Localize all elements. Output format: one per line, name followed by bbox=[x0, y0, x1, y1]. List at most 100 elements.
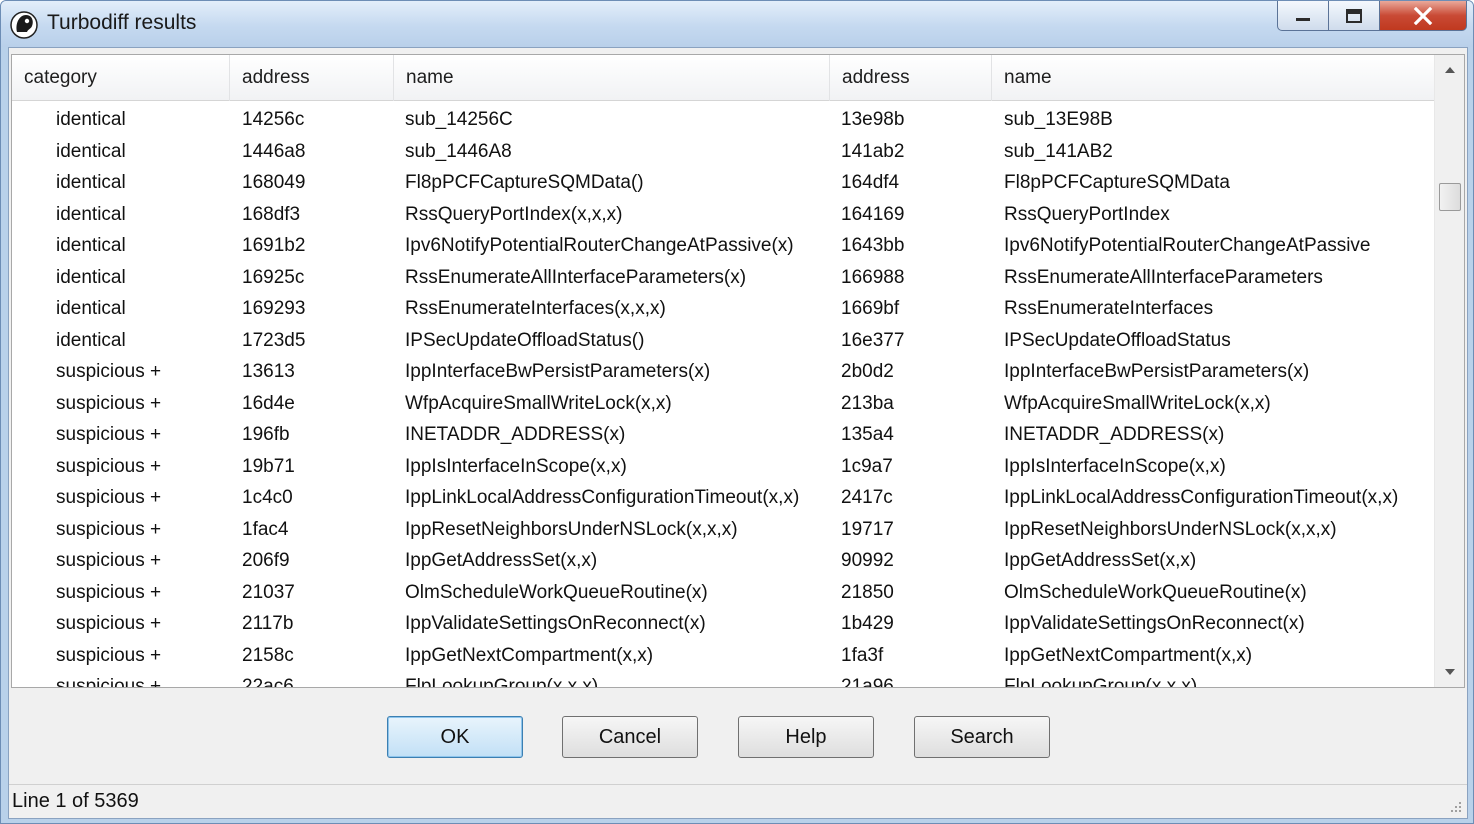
table-row[interactable]: identical 16925c RssEnumerateAllInterfaceP… bbox=[12, 262, 1434, 294]
cell-category: suspicious + bbox=[56, 487, 162, 508]
table-row[interactable]: identical 168049 Fl8pPCFCaptureSQMData() 16… bbox=[12, 167, 1434, 199]
cell-category: identical bbox=[56, 298, 126, 319]
maximize-button[interactable] bbox=[1328, 1, 1380, 31]
cell-name-2: sub_13E98B bbox=[1004, 109, 1113, 130]
cell-address-1: 19b71 bbox=[242, 455, 295, 477]
cell-category: suspicious + bbox=[56, 613, 162, 634]
column-header-address-1[interactable]: address bbox=[230, 55, 394, 101]
window-title: Turbodiff results bbox=[47, 11, 197, 34]
cell-name-1: IppGetNextCompartment(x,x) bbox=[405, 644, 654, 666]
list-header: category address name address name bbox=[12, 55, 1434, 101]
table-row[interactable]: identical 1723d5 IPSecUpdateOffloadStatus(… bbox=[12, 325, 1434, 357]
title-bar[interactable]: Turbodiff results bbox=[1, 1, 1473, 47]
results-list[interactable]: category address name address name ident… bbox=[11, 54, 1465, 688]
cell-name-2: sub_141AB2 bbox=[1004, 140, 1113, 162]
cancel-button[interactable]: Cancel bbox=[562, 716, 698, 758]
cell-category: identical bbox=[56, 235, 126, 256]
help-button[interactable]: Help bbox=[738, 716, 874, 758]
cell-name-1: IppInterfaceBwPersistParameters(x) bbox=[405, 361, 711, 382]
cell-name-2: IppIsInterfaceInScope(x,x) bbox=[1004, 455, 1226, 477]
table-row[interactable]: identical 1446a8 sub_1446A8 141ab2 sub_141AB… bbox=[12, 136, 1434, 168]
cell-name-2: WfpAcquireSmallWriteLock(x,x) bbox=[1004, 392, 1271, 414]
cell-name-1: IppIsInterfaceInScope(x,x) bbox=[405, 455, 627, 477]
minimize-icon bbox=[1296, 17, 1310, 21]
scroll-up-button[interactable] bbox=[1435, 59, 1464, 81]
cell-name-1: OlmScheduleWorkQueueRoutine(x) bbox=[405, 581, 708, 603]
cell-name-1: sub_1446A8 bbox=[405, 140, 512, 162]
table-row[interactable]: suspicious + 16d4e WfpAcquireSmallWriteLoc… bbox=[12, 388, 1434, 420]
table-row[interactable]: identical 169293 RssEnumerateInterfaces(x,… bbox=[12, 293, 1434, 325]
cell-address-1: 16925c bbox=[242, 266, 305, 288]
cell-category: suspicious + bbox=[56, 518, 162, 540]
vertical-scrollbar[interactable] bbox=[1434, 55, 1464, 687]
cell-address-1: 168df3 bbox=[242, 203, 301, 225]
cell-address-2: 1c9a7 bbox=[841, 455, 893, 477]
cell-name-2: IppGetNextCompartment(x,x) bbox=[1004, 644, 1253, 666]
table-row[interactable]: suspicious + 2117b IppValidateSettingsOnRe… bbox=[12, 608, 1434, 640]
cell-address-2: 141ab2 bbox=[841, 140, 905, 162]
cell-category: identical bbox=[56, 266, 126, 288]
table-row[interactable]: suspicious + 2158c IppGetNextCompartment(x… bbox=[12, 640, 1434, 672]
arrow-up-icon bbox=[1445, 67, 1455, 73]
cell-category: identical bbox=[56, 329, 126, 351]
minimize-button[interactable] bbox=[1277, 1, 1329, 31]
status-text: Line 1 of 5369 bbox=[12, 790, 139, 812]
cell-name-1: Ipv6NotifyPotentialRouterChangeAtPassive… bbox=[405, 235, 794, 256]
close-icon bbox=[1413, 6, 1433, 25]
cell-category: suspicious + bbox=[56, 424, 162, 445]
cell-address-2: 135a4 bbox=[841, 424, 894, 445]
scroll-down-button[interactable] bbox=[1435, 661, 1464, 683]
cell-name-2: IppLinkLocalAddressConfigurationTimeout(… bbox=[1004, 487, 1399, 508]
column-header-name-1[interactable]: name bbox=[394, 55, 830, 101]
ok-button[interactable]: OK bbox=[387, 716, 523, 758]
column-header-category[interactable]: category bbox=[12, 55, 230, 101]
cell-name-1: Fl8pPCFCaptureSQMData() bbox=[405, 172, 644, 193]
close-button[interactable] bbox=[1379, 1, 1467, 31]
resize-grip-icon[interactable] bbox=[1447, 798, 1463, 814]
cell-name-2: INETADDR_ADDRESS(x) bbox=[1004, 424, 1225, 445]
table-row[interactable]: suspicious + 1fac4 IppResetNeighborsUnderN… bbox=[12, 514, 1434, 546]
cell-name-1: IPSecUpdateOffloadStatus() bbox=[405, 329, 645, 351]
cell-category: identical bbox=[56, 203, 126, 225]
table-row[interactable]: suspicious + 22ac6 FlpLookupGroup(x,x,x) 21… bbox=[12, 671, 1434, 688]
search-button[interactable]: Search bbox=[914, 716, 1050, 758]
cell-name-1: FlpLookupGroup(x,x,x) bbox=[405, 676, 599, 688]
status-bar: Line 1 of 5369 bbox=[9, 784, 1467, 818]
cell-address-2: 164df4 bbox=[841, 172, 900, 193]
cell-address-2: 164169 bbox=[841, 203, 905, 225]
cell-name-1: sub_14256C bbox=[405, 109, 513, 130]
cell-category: identical bbox=[56, 109, 126, 130]
column-header-name-2[interactable]: name bbox=[992, 55, 1434, 101]
table-row[interactable]: suspicious + 21037 OlmScheduleWorkQueueRou… bbox=[12, 577, 1434, 609]
cell-category: identical bbox=[56, 172, 126, 193]
cell-name-2: IppInterfaceBwPersistParameters(x) bbox=[1004, 361, 1310, 382]
cell-name-1: IppResetNeighborsUnderNSLock(x,x,x) bbox=[405, 518, 738, 540]
table-row[interactable]: identical 168df3 RssQueryPortIndex(x,x,x) 1… bbox=[12, 199, 1434, 231]
cell-category: suspicious + bbox=[56, 455, 162, 477]
table-row[interactable]: identical 1691b2 Ipv6NotifyPotentialRouter… bbox=[12, 230, 1434, 262]
table-row[interactable]: suspicious + 206f9 IppGetAddressSet(x,x) 90… bbox=[12, 545, 1434, 577]
cell-address-1: 14256c bbox=[242, 109, 305, 130]
cell-name-1: RssQueryPortIndex(x,x,x) bbox=[405, 203, 623, 225]
cell-address-1: 168049 bbox=[242, 172, 306, 193]
cell-address-1: 196fb bbox=[242, 424, 290, 445]
cell-name-2: FlpLookupGroup(x,x,x) bbox=[1004, 676, 1198, 688]
cell-category: suspicious + bbox=[56, 581, 162, 603]
column-header-address-2[interactable]: address bbox=[830, 55, 992, 101]
cell-name-2: RssEnumerateAllInterfaceParameters bbox=[1004, 266, 1323, 288]
list-rows: identical 14256c sub_14256C 13e98b sub_13E98… bbox=[12, 101, 1434, 688]
cell-address-2: 21850 bbox=[841, 581, 894, 603]
turbodiff-results-window: Turbodiff results category address name bbox=[0, 0, 1474, 824]
table-row[interactable]: suspicious + 13613 IppInterfaceBwPersistPa… bbox=[12, 356, 1434, 388]
table-row[interactable]: suspicious + 1c4c0 IppLinkLocalAddressConf… bbox=[12, 482, 1434, 514]
table-row[interactable]: suspicious + 19b71 IppIsInterfaceInScope(x… bbox=[12, 451, 1434, 483]
scrollbar-thumb[interactable] bbox=[1439, 183, 1461, 211]
cell-name-2: OlmScheduleWorkQueueRoutine(x) bbox=[1004, 581, 1307, 603]
cell-address-1: 1fac4 bbox=[242, 518, 289, 540]
cell-category: suspicious + bbox=[56, 550, 162, 571]
table-row[interactable]: suspicious + 196fb INETADDR_ADDRESS(x) 135a… bbox=[12, 419, 1434, 451]
cell-category: suspicious + bbox=[56, 392, 162, 414]
cell-name-2: Fl8pPCFCaptureSQMData bbox=[1004, 172, 1230, 193]
cell-address-1: 2158c bbox=[242, 644, 294, 666]
table-row[interactable]: identical 14256c sub_14256C 13e98b sub_13E98… bbox=[12, 104, 1434, 136]
